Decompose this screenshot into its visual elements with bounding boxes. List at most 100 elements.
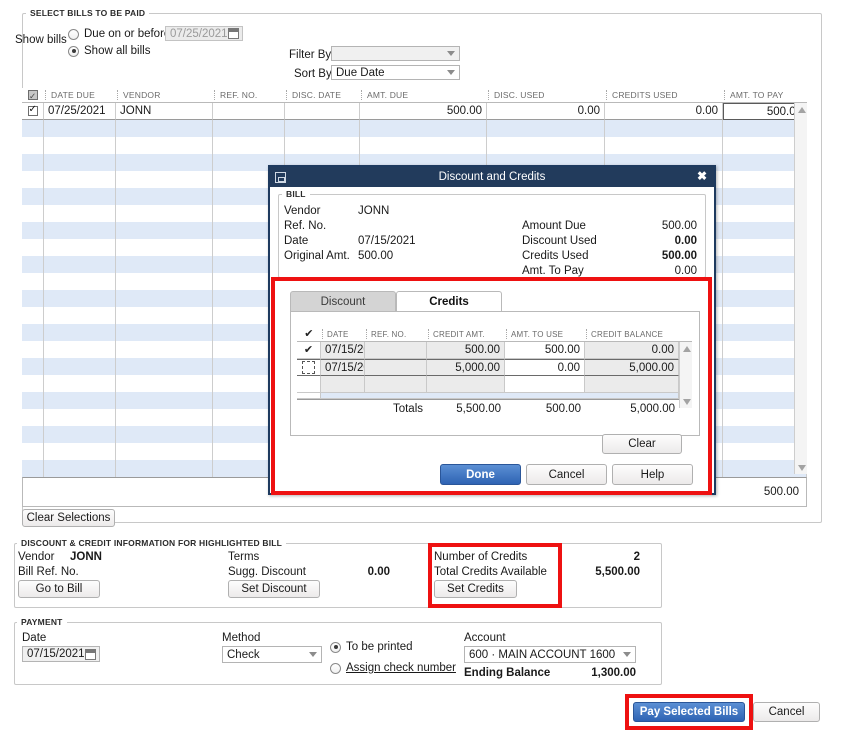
radio-assign-check-number-icon[interactable] — [330, 662, 341, 674]
bills-empty-row[interactable] — [22, 137, 807, 154]
dci-bill-ref-no-label: Bill Ref. No. — [18, 566, 79, 578]
chevron-down-icon[interactable] — [447, 70, 455, 75]
done-button[interactable]: Done — [440, 464, 521, 485]
bills-empty-cell — [116, 205, 213, 222]
checkbox-icon[interactable] — [302, 361, 315, 374]
cancel-button[interactable]: Cancel — [753, 702, 820, 722]
filter-by-select[interactable] — [331, 46, 460, 61]
credits-table-scrollbar[interactable] — [679, 342, 692, 408]
credits-col-credit-balance[interactable]: CREDIT BALANCE — [585, 327, 679, 341]
credits-scroll-down-button[interactable] — [680, 395, 693, 408]
radio-due-on-or-before[interactable]: Due on or before — [68, 28, 170, 40]
credits-table-totals-row: Totals 5,500.00 500.00 5,000.00 — [297, 399, 692, 417]
pay-bills-window: SELECT BILLS TO BE PAID Show bills Due o… — [0, 0, 854, 751]
close-icon[interactable]: ✖ — [697, 170, 707, 183]
chevron-down-icon[interactable] — [447, 51, 455, 56]
credit-row-1-check-cell[interactable] — [297, 359, 321, 376]
payment-method-label: Method — [222, 632, 261, 644]
payment-date-input[interactable]: 07/15/2021 — [22, 646, 100, 662]
chevron-up-icon — [797, 106, 806, 113]
credits-col-date[interactable]: DATE — [321, 327, 365, 341]
credits-col-amt-to-use[interactable]: AMT. TO USE — [505, 327, 585, 341]
dialog-titlebar[interactable]: Discount and Credits ✖ — [270, 167, 714, 187]
go-to-bill-button[interactable]: Go to Bill — [18, 580, 100, 598]
radio-due-on-or-before-label: Due on or before — [84, 28, 171, 40]
bills-empty-cell — [605, 137, 723, 154]
help-button[interactable]: Help — [612, 464, 693, 485]
bills-col-amt-to-pay[interactable]: AMT. TO PAY — [723, 88, 807, 102]
bills-header-checkbox-cell[interactable] — [22, 88, 44, 102]
dci-number-of-credits-value: 2 — [633, 551, 640, 563]
bills-empty-cell — [360, 137, 487, 154]
credits-empty-amt — [427, 376, 505, 393]
radio-to-be-printed-label: To be printed — [346, 641, 413, 653]
calendar-icon[interactable] — [227, 28, 239, 39]
bills-col-ref-no[interactable]: REF. NO. — [213, 88, 285, 102]
bills-table-scrollbar[interactable] — [794, 103, 807, 474]
dialog-ref-no-label: Ref. No. — [284, 220, 327, 232]
sort-by-select[interactable]: Due Date — [331, 65, 460, 80]
sort-by-value: Due Date — [336, 66, 385, 79]
check-icon: ✔ — [304, 327, 314, 340]
table-row[interactable]: 07/25/2021 JONN 500.00 0.00 0.00 500.00 — [22, 103, 807, 120]
bills-col-date-due[interactable]: DATE DUE — [44, 88, 116, 102]
bills-col-vendor[interactable]: VENDOR — [116, 88, 213, 102]
bills-col-credits-used[interactable]: CREDITS USED — [605, 88, 723, 102]
credits-header-check-cell[interactable]: ✔ — [297, 327, 321, 341]
dialog-date-label: Date — [284, 235, 309, 247]
chevron-down-icon[interactable] — [623, 652, 631, 657]
discount-and-credits-dialog: Discount and Credits ✖ BILL Vendor JONN … — [268, 165, 716, 495]
credits-col-ref-no[interactable]: REF. NO. — [365, 327, 427, 341]
table-row[interactable]: 07/15/20... 5,000.00 0.00 5,000.00 — [297, 359, 692, 376]
bill-row-checkbox-cell[interactable] — [22, 103, 44, 120]
system-menu-icon[interactable] — [275, 171, 286, 183]
dialog-date-value: 07/15/2021 — [358, 235, 416, 247]
bills-col-disc-used[interactable]: DISC. USED — [487, 88, 605, 102]
credits-scroll-up-button[interactable] — [680, 342, 693, 355]
due-on-or-before-date-input[interactable]: 07/25/2021 — [165, 26, 243, 41]
bills-col-amt-due[interactable]: AMT. DUE — [360, 88, 487, 102]
radio-show-all-bills-icon[interactable] — [68, 45, 79, 57]
tab-credits[interactable]: Credits — [396, 291, 502, 311]
credits-col-credit-amt[interactable]: CREDIT AMT. — [427, 327, 505, 341]
credit-row-0-check-cell[interactable]: ✔ — [297, 342, 321, 359]
payment-account-select[interactable]: 600 · MAIN ACCOUNT 1600 — [464, 646, 636, 663]
credits-empty-check-cell — [297, 376, 321, 393]
tab-discount[interactable]: Discount — [290, 291, 396, 311]
credit-row-1-amt-to-use[interactable]: 0.00 — [505, 359, 585, 376]
payment-method-select[interactable]: Check — [222, 646, 322, 663]
bills-empty-cell — [116, 443, 213, 460]
credits-empty-row — [297, 376, 692, 393]
chevron-down-icon[interactable] — [309, 652, 317, 657]
radio-assign-check-number[interactable]: Assign check number — [330, 662, 456, 674]
credit-row-0-date: 07/15/20... — [321, 342, 365, 359]
bill-row-checkbox[interactable] — [27, 104, 38, 116]
scroll-up-button[interactable] — [795, 103, 808, 116]
radio-to-be-printed[interactable]: To be printed — [330, 641, 413, 653]
sort-by-label: Sort By — [294, 68, 332, 80]
clear-selections-button[interactable]: Clear Selections — [22, 509, 115, 527]
bills-empty-cell — [44, 426, 116, 443]
bills-empty-cell — [116, 256, 213, 273]
set-discount-button[interactable]: Set Discount — [228, 580, 320, 598]
calendar-icon[interactable] — [84, 648, 96, 660]
bills-empty-cell — [116, 273, 213, 290]
credit-row-0-amt-to-use[interactable]: 500.00 — [505, 342, 585, 359]
select-all-checkbox[interactable] — [28, 90, 38, 100]
scroll-down-button[interactable] — [795, 461, 808, 474]
table-row[interactable]: ✔ 07/15/20... 500.00 500.00 0.00 — [297, 342, 692, 359]
check-icon[interactable]: ✔ — [304, 344, 313, 356]
dialog-cancel-button[interactable]: Cancel — [526, 464, 607, 485]
radio-to-be-printed-icon[interactable] — [330, 641, 341, 653]
radio-show-all-bills[interactable]: Show all bills — [68, 45, 150, 57]
bills-col-disc-date[interactable]: DISC. DATE — [285, 88, 360, 102]
set-credits-button[interactable]: Set Credits — [434, 580, 517, 598]
clear-button[interactable]: Clear — [602, 434, 682, 454]
credits-table[interactable]: ✔ DATE REF. NO. CREDIT AMT. AMT. TO USE … — [297, 327, 692, 417]
bills-empty-row[interactable] — [22, 120, 807, 137]
credits-empty-ref — [365, 376, 427, 393]
pay-selected-bills-button[interactable]: Pay Selected Bills — [633, 702, 745, 722]
dialog-original-amt-label: Original Amt. — [284, 250, 350, 262]
bills-empty-cell — [44, 290, 116, 307]
radio-due-on-or-before-icon[interactable] — [68, 28, 79, 40]
